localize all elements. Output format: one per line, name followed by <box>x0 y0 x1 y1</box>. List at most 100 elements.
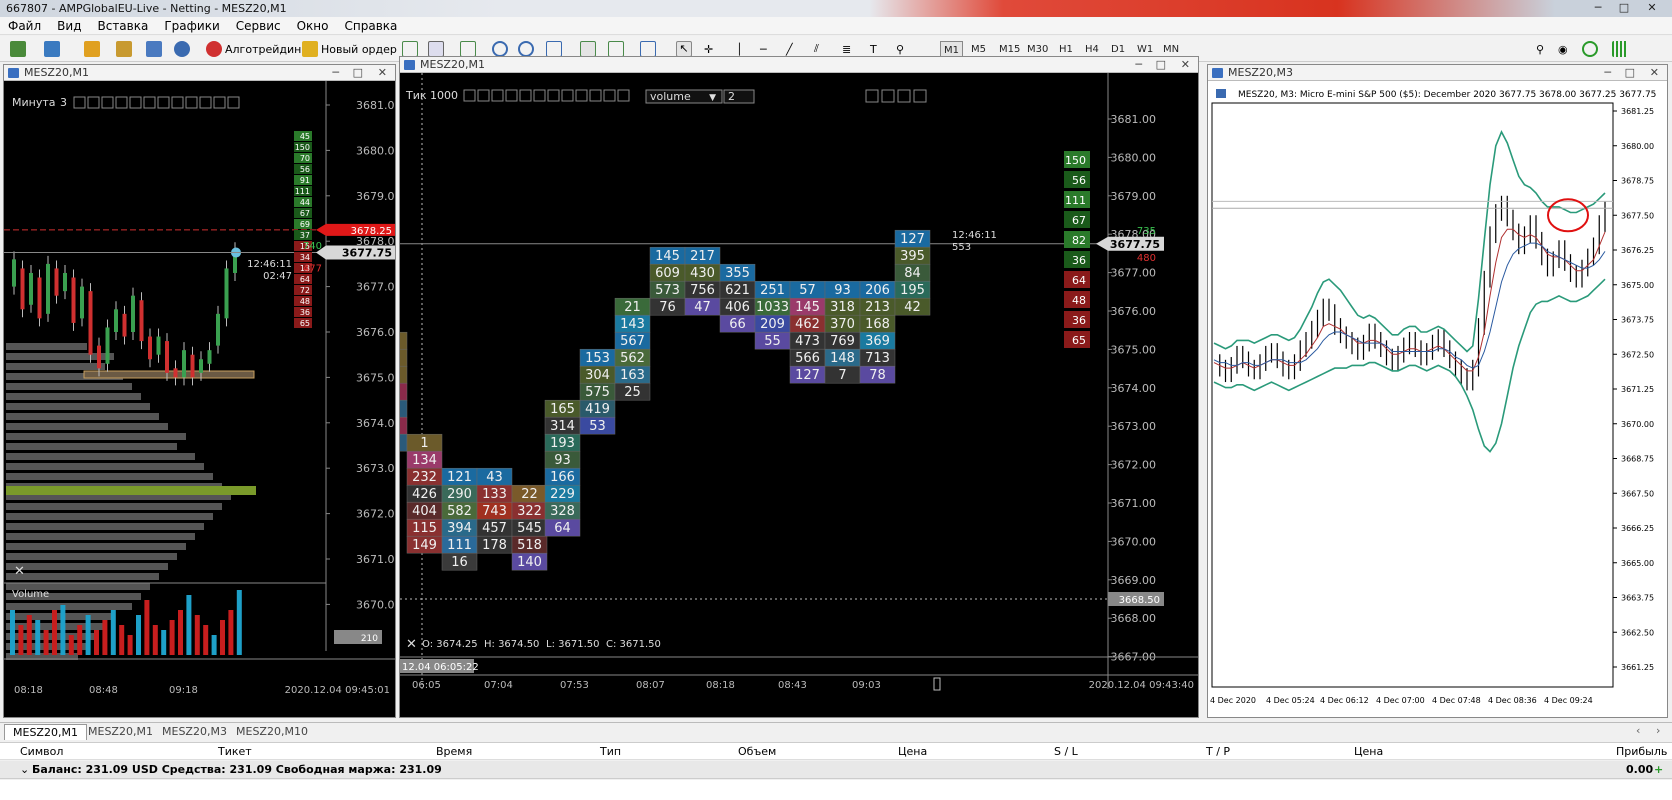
new-order-icon <box>302 41 318 57</box>
tick-value: 1000 <box>430 89 458 102</box>
col-type[interactable]: Тип <box>600 745 621 758</box>
tab-mesz20-m1-b[interactable]: MESZ20,M1 <box>80 724 161 740</box>
market-watch-button[interactable] <box>84 39 100 59</box>
close-icon[interactable]: ✕ <box>1650 65 1659 81</box>
tab-mesz20-m1-a[interactable]: MESZ20,M1 <box>4 724 87 740</box>
col-profit[interactable]: Прибыль <box>1616 745 1667 758</box>
cluster-cell <box>371 399 408 418</box>
maximize-icon[interactable]: □ <box>353 65 363 81</box>
ohlc-low: L: 3671.50 <box>546 639 599 650</box>
menu-insert[interactable]: Вставка <box>89 17 156 35</box>
price-label: 3677.00 <box>1111 267 1157 280</box>
col-symbol[interactable]: Символ <box>20 745 63 758</box>
col-price-current[interactable]: Цена <box>1354 745 1383 758</box>
volume-profile-bar <box>6 453 195 460</box>
chart-window-cluster[interactable]: MESZ20,M1 ─ □ ✕ 3681.00 3680.00 3679.00 3678.0… <box>371 56 1199 718</box>
volume-bar <box>194 615 200 655</box>
cluster-value: 395 <box>900 249 925 264</box>
profiles-button[interactable] <box>44 39 60 59</box>
price-label: 3672.00 <box>356 508 395 521</box>
account-button[interactable]: ◉ <box>1558 39 1568 59</box>
candle-body <box>122 313 127 337</box>
window-title: MESZ20,M3 <box>1228 66 1293 79</box>
minimize-button[interactable]: ─ <box>1586 1 1610 15</box>
text-icon: T <box>870 42 877 56</box>
data-window-button[interactable] <box>116 39 132 59</box>
ladder-value: 48 <box>1072 294 1086 307</box>
col-volume[interactable]: Объем <box>738 745 776 758</box>
close-icon[interactable]: ✕ <box>378 65 387 81</box>
bollinger-chart[interactable]: MESZ20, M3: Micro E-mini S&P 500 ($5): D… <box>1208 81 1667 717</box>
candle-body <box>182 350 186 378</box>
tabs-scroll-left-icon[interactable]: ‹ <box>1636 724 1640 737</box>
bar-timer: 12:46:11 <box>952 230 997 241</box>
price-label: 3679.00 <box>356 190 395 203</box>
maximize-icon[interactable]: □ <box>1625 65 1635 81</box>
tabs-scroll-right-icon[interactable]: › <box>1656 724 1660 737</box>
footprint-chart-left[interactable]: 3681.003680.003679.003678.003677.003676.… <box>4 81 402 717</box>
ladder-value: 67 <box>300 209 310 218</box>
maximize-icon[interactable]: □ <box>1156 57 1166 73</box>
poc-bar <box>6 486 256 495</box>
price-label: 3679.00 <box>1111 190 1157 203</box>
search-button[interactable]: ⚲ <box>1536 39 1544 59</box>
minimize-icon[interactable]: ─ <box>1135 57 1142 73</box>
cluster-value: 127 <box>900 232 925 247</box>
col-tp[interactable]: T / P <box>1206 745 1230 758</box>
new-order-button[interactable]: Новый ордер <box>302 39 397 59</box>
volume-profile-bar <box>6 403 150 410</box>
time-label: 08:18 <box>14 685 43 696</box>
cursor-icon: ↖ <box>676 41 692 57</box>
menu-tools[interactable]: Сервис <box>228 17 289 35</box>
menu-charts[interactable]: Графики <box>156 17 227 35</box>
collapse-icon[interactable]: ⌄ <box>20 763 29 776</box>
volume-bar <box>43 630 49 655</box>
price-label: 3666.25 <box>1621 524 1654 533</box>
navigator-button[interactable] <box>146 39 162 59</box>
cluster-value: 47 <box>694 300 711 315</box>
period-value: 3 <box>60 96 67 109</box>
col-ticket[interactable]: Тикет <box>218 745 252 758</box>
tab-mesz20-m10[interactable]: MESZ20,M10 <box>228 724 316 740</box>
menu-help[interactable]: Справка <box>337 17 406 35</box>
minimize-icon[interactable]: ─ <box>332 65 339 81</box>
time-label: 08:07 <box>636 680 665 691</box>
cluster-value: 609 <box>655 266 680 281</box>
col-time[interactable]: Время <box>436 745 472 758</box>
cluster-value: 404 <box>412 504 437 519</box>
algotrading-label: Алготрейдинг <box>225 42 308 56</box>
signals-button[interactable] <box>174 39 190 59</box>
new-chart-button[interactable] <box>10 39 26 59</box>
ladder-value: 65 <box>1072 334 1086 347</box>
minimize-icon[interactable]: ─ <box>1604 65 1611 81</box>
price-label: 3676.00 <box>356 326 395 339</box>
price-label: 3677.50 <box>1621 211 1654 220</box>
menu-file[interactable]: Файл <box>0 17 49 35</box>
cursor-date: 12.04 06:05:22 <box>402 662 479 673</box>
chart-window-mesz20-m1-left[interactable]: MESZ20,M1─□✕ 3681.003680.003679.003678.0… <box>3 64 402 718</box>
ladder-value: 56 <box>1072 174 1086 187</box>
cluster-chart[interactable]: 3681.003680.003679.003678.003677.003676.… <box>371 73 1198 717</box>
col-price-open[interactable]: Цена <box>898 745 927 758</box>
ladder-value: 48 <box>300 297 310 306</box>
cluster-value: 756 <box>690 283 715 298</box>
cluster-value: 195 <box>900 283 925 298</box>
mode-value: volume <box>650 90 691 103</box>
ladder-value: 82 <box>1072 234 1086 247</box>
chart-window-mesz20-m3[interactable]: MESZ20,M3 ─ □ ✕ MESZ20, M3: Micro E-mini S&… <box>1207 64 1668 718</box>
maximize-button[interactable]: □ <box>1612 1 1636 15</box>
add-icon[interactable]: + <box>1654 763 1663 776</box>
close-button[interactable]: ✕ <box>1640 1 1664 15</box>
price-label: 3671.25 <box>1621 385 1654 394</box>
tab-mesz20-m3[interactable]: MESZ20,M3 <box>154 724 235 740</box>
candle-body <box>105 327 110 364</box>
price-label: 3680.00 <box>356 144 395 157</box>
algotrading-button[interactable]: Алготрейдинг <box>206 39 307 59</box>
ladder-bid-volume: 480 <box>1137 253 1156 264</box>
close-icon[interactable]: ✕ <box>1181 57 1190 73</box>
menu-window[interactable]: Окно <box>289 17 337 35</box>
volume-bar <box>136 615 141 655</box>
menu-view[interactable]: Вид <box>49 17 89 35</box>
col-sl[interactable]: S / L <box>1054 745 1078 758</box>
cluster-value: 370 <box>830 317 855 332</box>
